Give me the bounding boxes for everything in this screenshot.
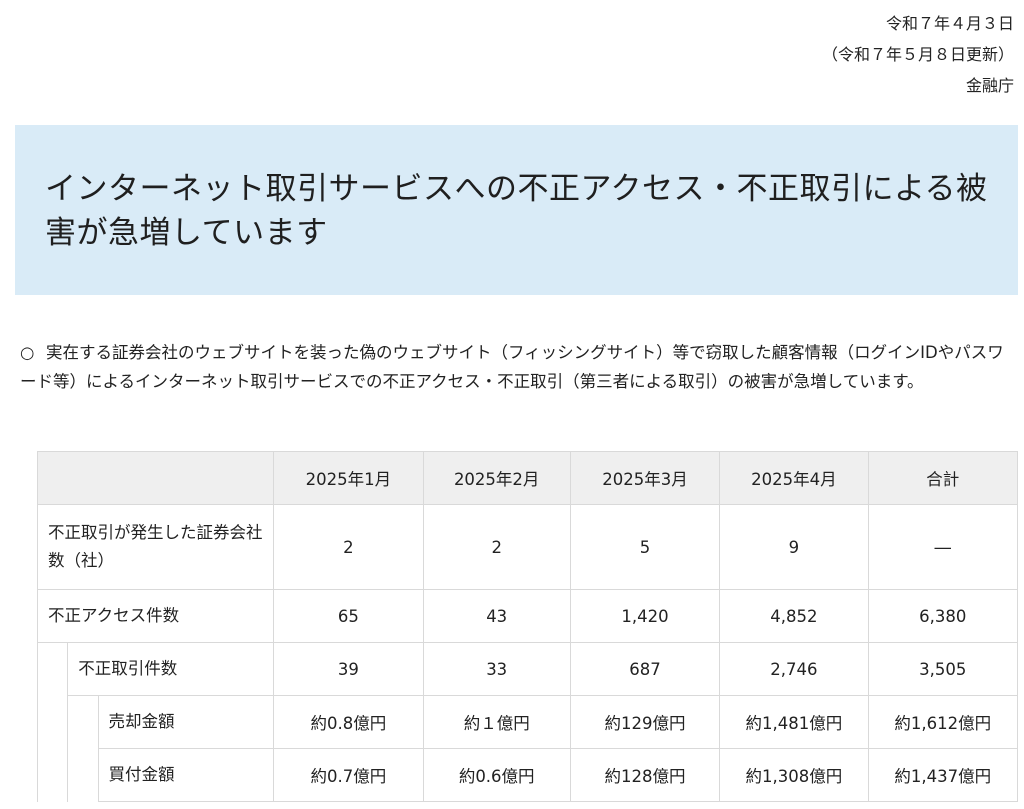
table-cell: ― — [867, 504, 1019, 590]
damage-statistics-table: 2025年1月 2025年2月 2025年3月 2025年4月 合計 不正取引が… — [36, 451, 1019, 802]
indent-spacer — [36, 642, 69, 802]
table-cell: 約128億円 — [569, 748, 721, 802]
table-cell: 33 — [422, 642, 571, 696]
table-row: 売却金額 約0.8億円 約１億円 約129億円 約1,481億円 約1,612億… — [38, 695, 1019, 802]
table-cell: 9 — [719, 504, 869, 590]
table-cell: 約１億円 — [422, 695, 571, 749]
table-cell: 約1,308億円 — [719, 748, 869, 802]
table-cell: 4,852 — [719, 589, 869, 643]
table-cell: 約1,481億円 — [719, 695, 869, 749]
title-banner: インターネット取引サービスへの不正アクセス・不正取引による被害が急増しています — [15, 125, 1018, 295]
intro-text: 実在する証券会社のウェブサイトを装った偽のウェブサイト（フィッシングサイト）等で… — [20, 343, 1004, 391]
bullet-marker: ○ — [20, 343, 35, 362]
indent-spacer — [67, 695, 99, 802]
page-title: インターネット取引サービスへの不正アクセス・不正取引による被害が急増しています — [45, 171, 988, 251]
header-total: 合計 — [867, 451, 1019, 505]
table-cell: 65 — [273, 589, 424, 643]
table-row: 不正取引が発生した証券会社数（社） 2 2 5 9 ― — [36, 504, 1019, 590]
updated-date: （令和７年５月８日更新） — [821, 45, 1014, 64]
intro-paragraph: ○ 実在する証券会社のウェブサイトを装った偽のウェブサイト（フィッシングサイト）等… — [20, 338, 1010, 396]
row-label-companies: 不正取引が発生した証券会社数（社） — [36, 504, 275, 590]
issue-date: 令和７年４月３日 — [885, 14, 1014, 33]
table-cell: 約1,612億円 — [867, 695, 1019, 749]
table-cell: 43 — [422, 589, 571, 643]
table-cell: 約0.8億円 — [273, 695, 424, 749]
table-cell: 2 — [422, 504, 571, 590]
agency-name: 金融庁 — [965, 76, 1014, 95]
row-label-trades: 不正取引件数 — [67, 642, 275, 696]
table-cell: 3,505 — [867, 642, 1019, 696]
table-cell: 5 — [569, 504, 721, 590]
table-cell: 約1,437億円 — [867, 748, 1019, 802]
header-apr: 2025年4月 — [719, 451, 869, 505]
table-row: 不正取引件数 39 33 687 2,746 3,505 — [36, 642, 1019, 802]
table-cell: 1,420 — [569, 589, 721, 643]
table-cell: 約0.6億円 — [422, 748, 571, 802]
table-header-row: 2025年1月 2025年2月 2025年3月 2025年4月 合計 — [36, 451, 1019, 505]
row-label-sales: 売却金額 — [97, 695, 275, 749]
header-feb: 2025年2月 — [422, 451, 571, 505]
table-cell: 約0.7億円 — [273, 748, 424, 802]
header-mar: 2025年3月 — [569, 451, 721, 505]
table-row: 不正アクセス件数 65 43 1,420 4,852 6,380 — [36, 589, 1019, 643]
document-header: 令和７年４月３日 （令和７年５月８日更新） 金融庁 — [822, 8, 1014, 101]
table-cell: 6,380 — [867, 589, 1019, 643]
table-cell: 687 — [569, 642, 721, 696]
row-label-purchases: 買付金額 — [97, 748, 275, 802]
row-label-access: 不正アクセス件数 — [36, 589, 275, 643]
table-cell: 2,746 — [719, 642, 869, 696]
header-corner — [36, 451, 275, 505]
table-cell: 39 — [273, 642, 424, 696]
table-cell: 2 — [273, 504, 424, 590]
table-row: 買付金額 約0.7億円 約0.6億円 約128億円 約1,308億円 約1,43… — [38, 748, 1019, 802]
header-jan: 2025年1月 — [273, 451, 424, 505]
table-cell: 約129億円 — [569, 695, 721, 749]
